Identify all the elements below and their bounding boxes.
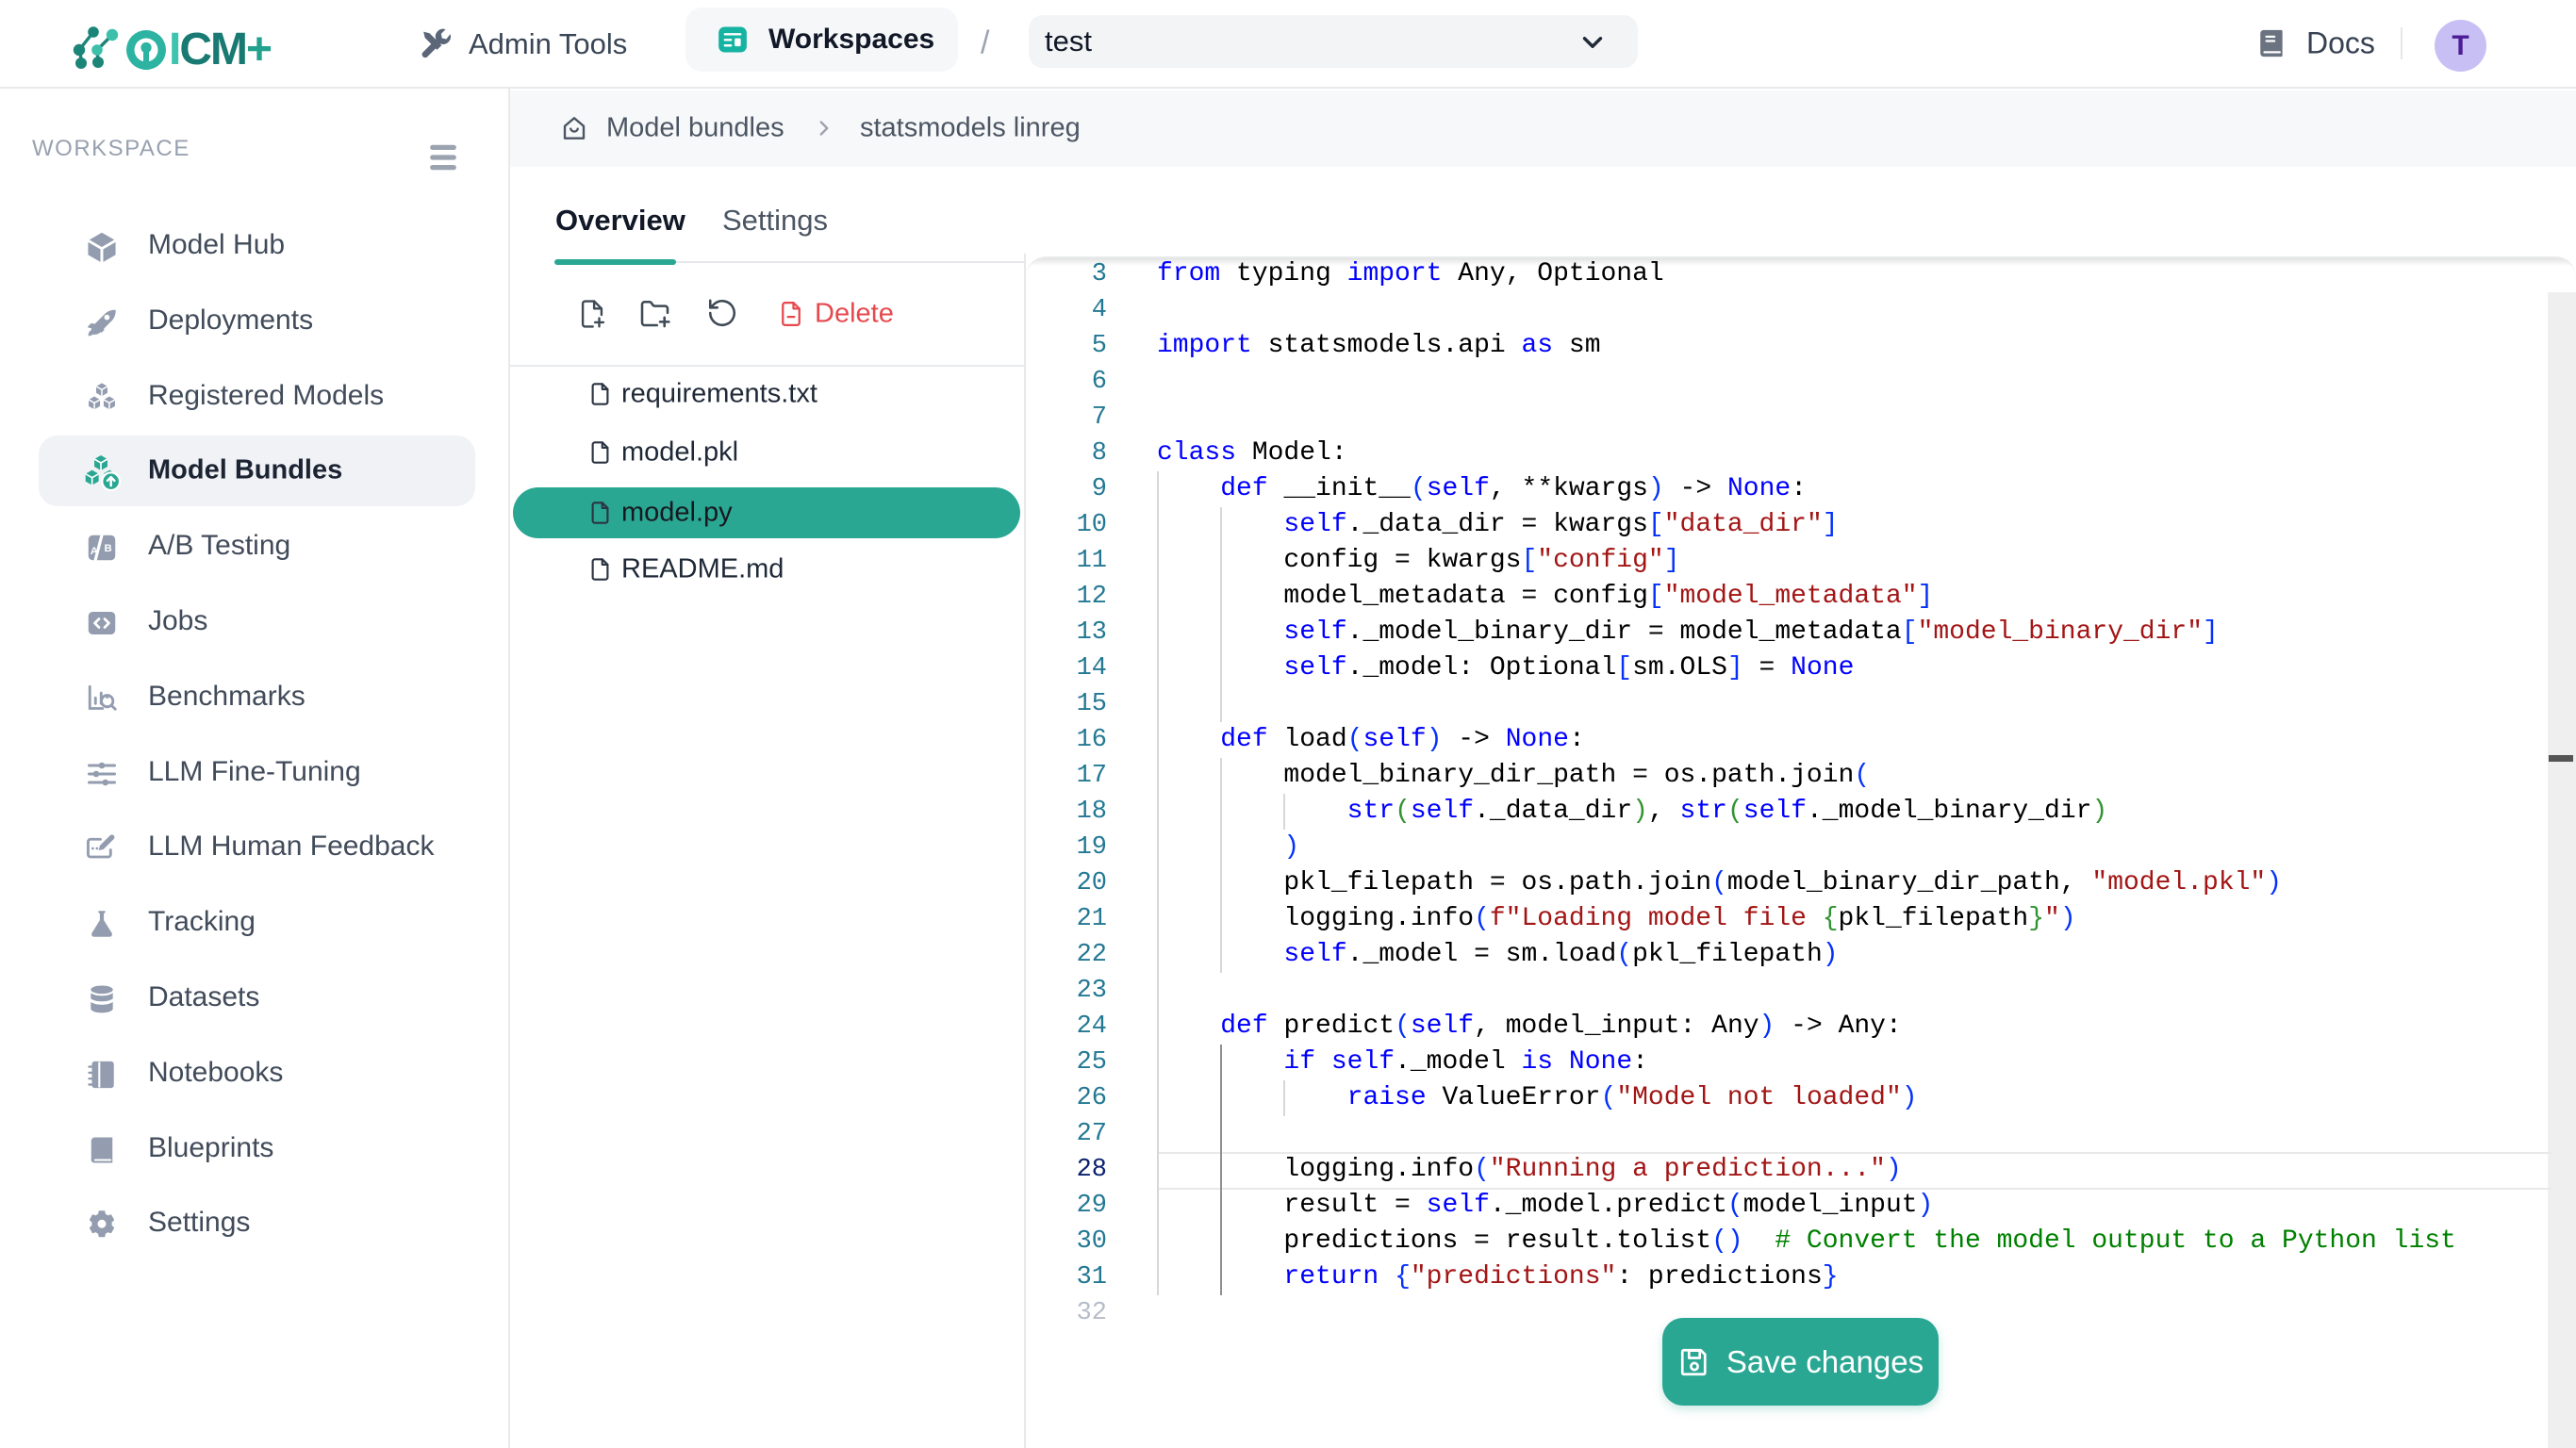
- svg-text:A: A: [91, 546, 98, 557]
- svg-text:B: B: [104, 543, 111, 554]
